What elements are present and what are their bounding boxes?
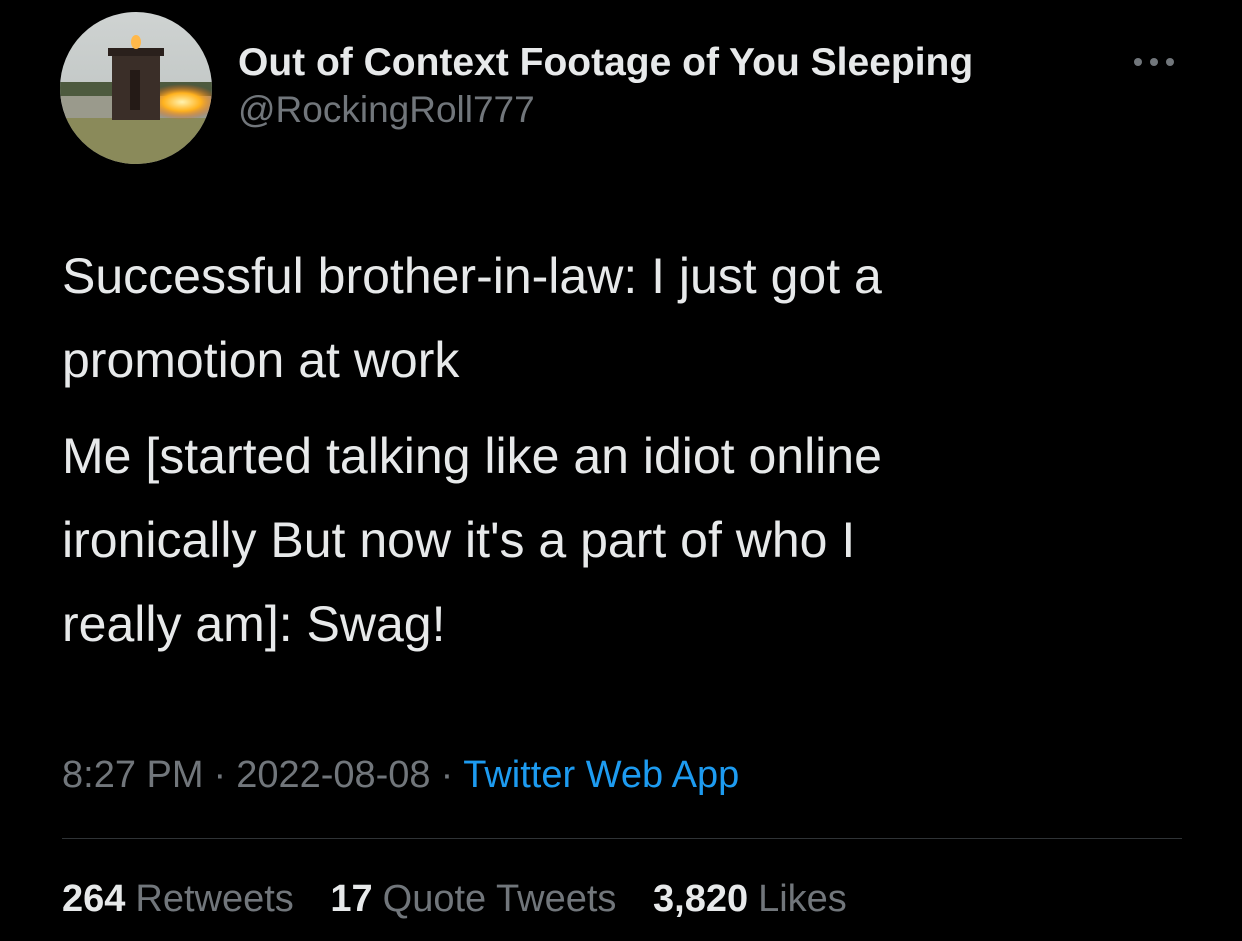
separator: · <box>213 754 227 796</box>
tweet-paragraph: Me [started talking like an idiot online… <box>62 428 882 652</box>
more-options-button[interactable] <box>1128 50 1180 74</box>
author-display-name[interactable]: Out of Context Footage of You Sleeping <box>238 40 973 86</box>
more-dots-icon <box>1134 58 1174 66</box>
tweet-detail: Out of Context Footage of You Sleeping @… <box>0 0 1242 941</box>
author-avatar[interactable] <box>60 12 212 164</box>
tweet-text: Successful brother-in-law: I just got a … <box>62 234 1172 666</box>
likes-count: 3,820 <box>653 878 749 920</box>
likes-label: Likes <box>758 878 847 920</box>
likes-stat[interactable]: 3,820 Likes <box>653 878 847 920</box>
tweet-source-link[interactable]: Twitter Web App <box>463 754 739 796</box>
engagement-stats: 264 Retweets 17 Quote Tweets 3,820 Likes <box>62 876 873 922</box>
retweets-label: Retweets <box>135 878 294 920</box>
quote-tweets-stat[interactable]: 17 Quote Tweets <box>330 878 616 920</box>
quote-tweets-count: 17 <box>330 878 373 920</box>
author-info: Out of Context Footage of You Sleeping @… <box>238 40 973 132</box>
divider <box>62 838 1182 839</box>
retweets-count: 264 <box>62 878 126 920</box>
author-handle[interactable]: @RockingRoll777 <box>238 88 973 132</box>
tweet-date[interactable]: 2022-08-08 <box>236 754 430 796</box>
separator: · <box>440 754 454 796</box>
tweet-metadata: 8:27 PM · 2022-08-08 · Twitter Web App <box>62 752 739 798</box>
tweet-time[interactable]: 8:27 PM <box>62 754 204 796</box>
tweet-paragraph: Successful brother-in-law: I just got a … <box>62 248 882 388</box>
retweets-stat[interactable]: 264 Retweets <box>62 878 294 920</box>
quote-tweets-label: Quote Tweets <box>382 878 617 920</box>
avatar-outhouse-fire-icon <box>60 12 212 164</box>
